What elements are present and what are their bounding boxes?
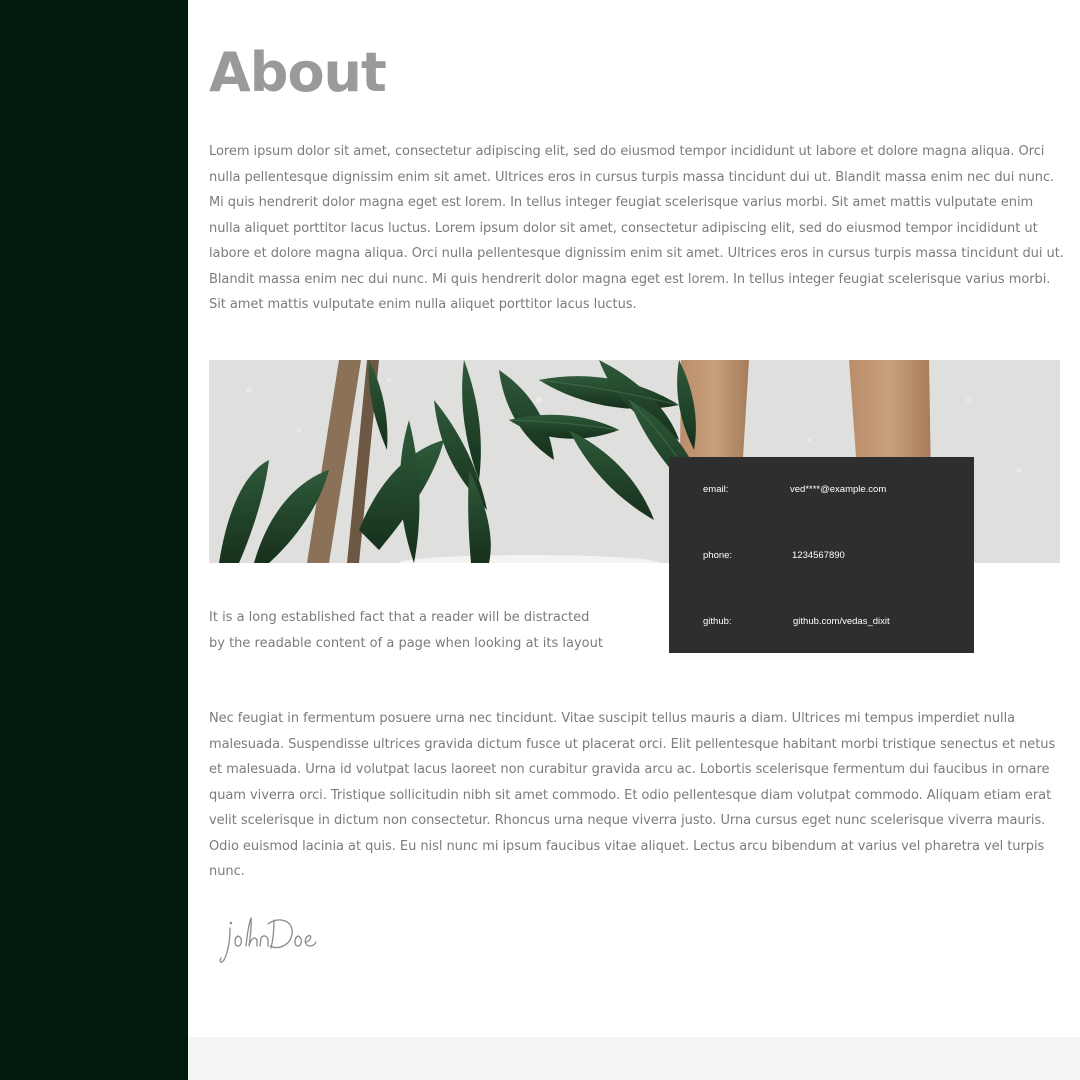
page-title: About bbox=[209, 41, 387, 104]
footer bbox=[188, 1037, 1080, 1080]
body-paragraph: Nec feugiat in fermentum posuere urna ne… bbox=[209, 711, 1056, 879]
github-label: github: bbox=[703, 616, 732, 627]
email-label: email: bbox=[703, 484, 729, 495]
contact-row-github: github: github.com/vedas_dixit bbox=[703, 616, 963, 630]
contact-row-email: email: ved****@example.com bbox=[703, 484, 963, 498]
phone-label: phone: bbox=[703, 550, 733, 561]
github-value[interactable]: github.com/vedas_dixit bbox=[793, 616, 890, 627]
signature-icon bbox=[216, 910, 326, 970]
short-text: It is a long established fact that a rea… bbox=[209, 610, 603, 651]
sidebar bbox=[0, 0, 188, 1080]
contact-row-phone: phone: 1234567890 bbox=[703, 550, 963, 564]
intro-paragraph: Lorem ipsum dolor sit amet, consectetur … bbox=[209, 144, 1064, 312]
email-value[interactable]: ved****@example.com bbox=[790, 484, 886, 495]
contact-card: email: ved****@example.com phone: 123456… bbox=[669, 457, 974, 653]
phone-value[interactable]: 1234567890 bbox=[792, 550, 845, 561]
